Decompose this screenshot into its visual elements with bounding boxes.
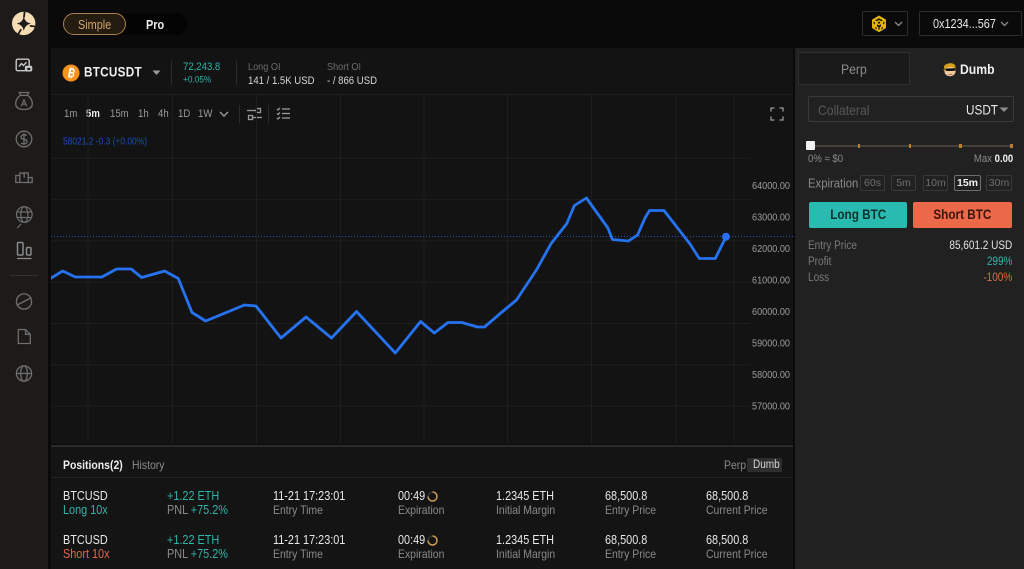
- svg-text:58000.00: 58000.00: [752, 370, 790, 381]
- svg-text:64000.00: 64000.00: [752, 181, 790, 192]
- svg-text:61000.00: 61000.00: [752, 276, 790, 287]
- svg-text:60000.00: 60000.00: [752, 307, 790, 318]
- svg-text:58021.2 -0.3 (+0.00%): 58021.2 -0.3 (+0.00%): [63, 136, 147, 148]
- svg-text:57000.00: 57000.00: [752, 402, 790, 413]
- svg-text:63000.00: 63000.00: [752, 213, 790, 224]
- svg-text:62000.00: 62000.00: [752, 244, 790, 255]
- svg-text:59000.00: 59000.00: [752, 339, 790, 350]
